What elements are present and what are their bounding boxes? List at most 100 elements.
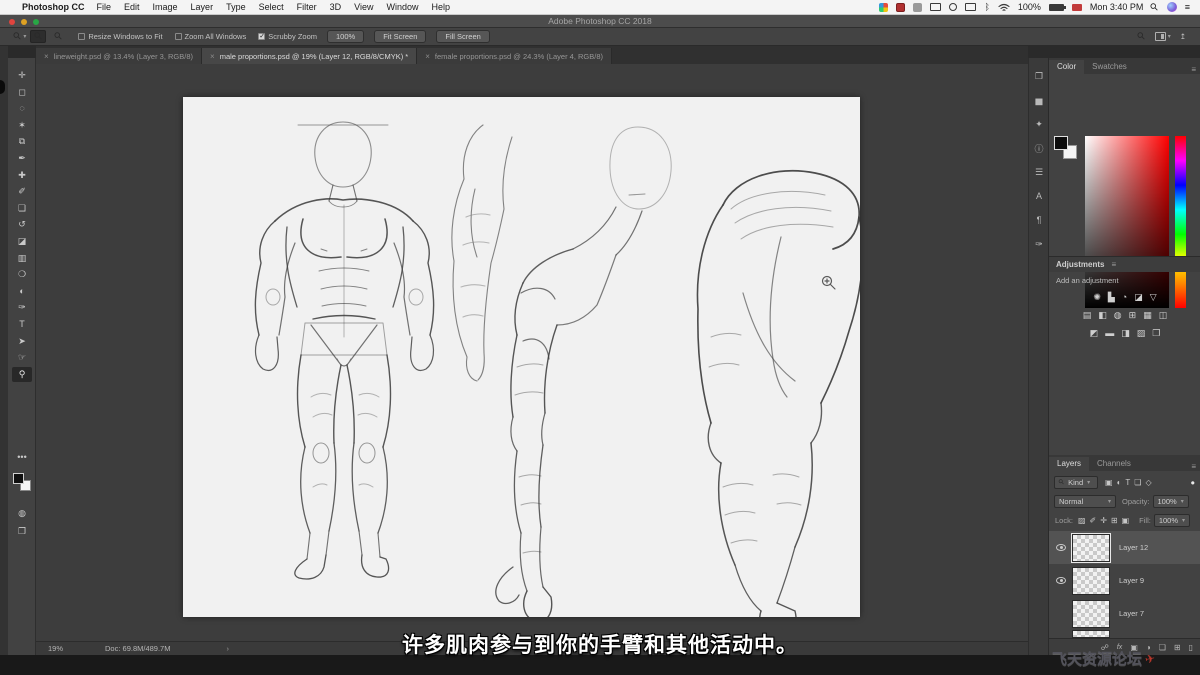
brush-tool[interactable]: ✐ [12,184,32,199]
tab-color[interactable]: Color [1049,60,1085,74]
lock-all-icon[interactable]: ▣ [1122,516,1130,525]
menu-view[interactable]: View [354,2,373,12]
layer-row-layer-12[interactable]: Layer 12 [1049,531,1200,564]
gradient-tool[interactable]: ▥ [12,251,32,266]
fill-dropdown[interactable]: 100% ▾ [1153,513,1191,527]
wifi-icon[interactable] [998,3,1010,12]
filter-type-layers-icon[interactable]: T [1125,478,1130,487]
document-canvas[interactable] [183,97,860,617]
spotlight-icon[interactable]: ⚲ [1149,1,1162,14]
menu-filter[interactable]: Filter [297,2,317,12]
tab-channels[interactable]: Channels [1089,457,1139,471]
selective-color-adjustment-icon[interactable]: ❒ [1152,328,1160,339]
color-panel-swatches[interactable] [1054,136,1078,160]
menu-image[interactable]: Image [153,2,178,12]
layer-row-layer-7[interactable]: Layer 7 [1049,597,1200,630]
vibrance-adjustment-icon[interactable]: ▽ [1150,292,1157,303]
color-balance-adjustment-icon[interactable]: ◧ [1098,310,1107,321]
move-tool[interactable]: ✛ [12,68,32,83]
spot-healing-tool[interactable]: ✚ [12,168,32,183]
siri-icon[interactable] [1166,2,1177,12]
airplay-icon[interactable] [965,3,977,11]
lock-position-icon[interactable]: ✛ [1100,516,1107,525]
lasso-tool[interactable]: ◌ [12,101,32,116]
workspace-switcher[interactable]: ▾ [1154,32,1171,41]
histogram-panel-icon[interactable]: ▅ [1029,90,1049,110]
visibility-eye-icon[interactable] [1056,577,1066,584]
lock-transparency-icon[interactable]: ▨ [1078,516,1086,525]
lock-pixels-icon[interactable]: ✐ [1090,516,1097,525]
foreground-color-swatch[interactable] [13,473,24,484]
menu-select[interactable]: Select [259,2,284,12]
share-icon[interactable]: ↥ [1180,32,1186,41]
opacity-dropdown[interactable]: 100% ▾ [1152,494,1189,508]
eraser-tool[interactable]: ◪ [12,234,32,249]
filter-toggle-icon[interactable]: ● [1190,478,1195,487]
paragraph-panel-icon[interactable]: ¶ [1029,210,1049,230]
close-icon[interactable]: × [210,52,215,61]
filter-pixel-layers-icon[interactable]: ▣ [1105,478,1113,487]
path-selection-tool[interactable]: ➤ [12,334,32,349]
fit-screen-button[interactable]: Fit Screen [374,29,427,44]
menu-edit[interactable]: Edit [124,2,140,12]
tab-male-proportions[interactable]: × male proportions.psd @ 19% (Layer 12, … [202,48,418,64]
layer-thumbnail[interactable] [1072,566,1110,595]
zoom-all-windows-checkbox[interactable]: Zoom All Windows [174,32,246,41]
tab-layers[interactable]: Layers [1049,457,1090,471]
filter-adjustment-layers-icon[interactable]: ◐ [1117,478,1122,487]
tab-female-proportions[interactable]: × female proportions.psd @ 24.3% (Layer … [417,48,613,64]
panel-menu-icon[interactable]: ≡ [1191,462,1196,471]
posterize-adjustment-icon[interactable]: ▬ [1105,328,1114,339]
blend-mode-dropdown[interactable]: Normal ▾ [1054,494,1116,508]
quick-selection-tool[interactable]: ✶ [12,118,32,133]
history-brush-tool[interactable]: ↺ [12,217,32,232]
gradient-map-adjustment-icon[interactable]: ▨ [1137,328,1146,339]
screen-mode-icon[interactable]: ❐ [12,524,32,539]
black-white-adjustment-icon[interactable]: ◍ [1114,310,1122,321]
hand-tool[interactable]: ☞ [12,350,32,365]
tab-lineweight[interactable]: × lineweight.psd @ 13.4% (Layer 3, RGB/8… [36,48,203,64]
lock-artboard-icon[interactable]: ⊞ [1111,516,1118,525]
minimize-window-button[interactable] [21,18,27,25]
status-gray-app-icon[interactable] [913,2,923,12]
foreground-color-swatch[interactable] [1054,136,1068,150]
panel-menu-icon[interactable]: ≡ [1191,65,1196,74]
visibility-eye-off[interactable] [1056,610,1066,617]
close-window-button[interactable] [9,18,15,25]
photo-filter-adjustment-icon[interactable]: ⊞ [1129,310,1137,321]
brightness-contrast-adjustment-icon[interactable]: ✺ [1093,292,1101,303]
zoom-tool[interactable]: ⚲ [12,366,32,382]
filter-smart-objects-icon[interactable]: ◇ [1145,478,1151,487]
scrubby-zoom-checkbox[interactable]: Scrubby Zoom [258,32,317,41]
menu-type[interactable]: Type [226,2,246,12]
menu-help[interactable]: Help [431,2,450,12]
panel-menu-icon[interactable]: ≡ [1111,260,1116,269]
hue-saturation-adjustment-icon[interactable]: ▤ [1083,310,1092,321]
notification-center-icon[interactable]: ≡ [1185,2,1190,12]
levels-adjustment-icon[interactable]: ▙ [1108,292,1115,303]
threshold-adjustment-icon[interactable]: ◨ [1121,328,1130,339]
close-icon[interactable]: × [425,52,430,61]
invert-adjustment-icon[interactable]: ◩ [1090,328,1099,339]
zoom-tool-preset[interactable]: ⚲ ▾ [11,30,26,43]
visibility-eye-icon[interactable] [1056,544,1066,551]
navigator-panel-icon[interactable]: ✦ [1029,114,1049,134]
filter-kind-dropdown[interactable]: ⚲ Kind ▾ [1054,475,1098,489]
filter-shape-layers-icon[interactable]: ❏ [1134,478,1141,487]
menu-window[interactable]: Window [386,2,418,12]
foreground-background-swatches[interactable] [13,473,31,491]
eyedropper-tool[interactable]: ✒ [12,151,32,166]
channel-mixer-adjustment-icon[interactable]: ▦ [1143,310,1152,321]
menu-layer[interactable]: Layer [191,2,214,12]
status-red-app-icon[interactable] [896,2,906,12]
zoom-window-button[interactable] [33,18,39,25]
input-language-icon[interactable] [1071,3,1082,11]
rectangular-marquee-tool[interactable]: ◻ [12,85,32,100]
zoom-100-button[interactable]: 100% [327,29,365,44]
zoom-in-mode-button[interactable]: ⚲ [30,30,47,43]
clone-stamp-tool[interactable]: ❏ [12,201,32,216]
status-circle-icon[interactable] [949,3,958,11]
dodge-tool[interactable]: ◐ [12,284,32,299]
type-tool[interactable]: T [12,317,32,332]
hue-slider[interactable] [1175,136,1186,308]
